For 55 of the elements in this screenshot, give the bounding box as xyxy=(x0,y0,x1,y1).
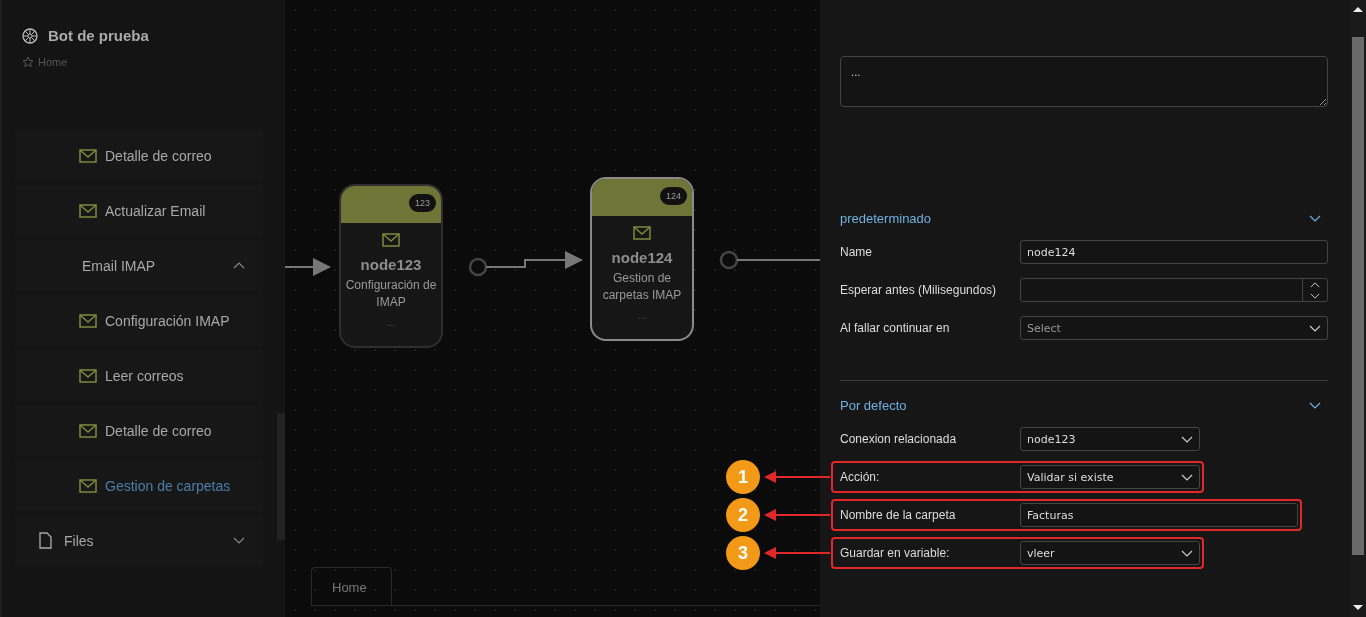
chevron-up-icon[interactable] xyxy=(233,261,245,270)
chevron-down-icon xyxy=(1181,472,1193,482)
notes-field[interactable]: ... xyxy=(840,56,1328,107)
node-description: Gestion de carpetas IMAP xyxy=(601,270,683,304)
ellipsis-text: ... xyxy=(386,317,396,328)
dropdown[interactable]: node123 xyxy=(1020,427,1200,451)
envelope-icon xyxy=(79,423,97,438)
section-title[interactable]: predeterminado xyxy=(840,210,932,226)
spin-down-icon[interactable] xyxy=(1310,291,1320,300)
node-description: Configuración de IMAP xyxy=(344,277,438,311)
chevron-down-icon[interactable] xyxy=(1309,400,1321,410)
scroll-down-icon[interactable] xyxy=(1352,603,1364,612)
node-title: node123 xyxy=(360,256,422,273)
spin-up-icon[interactable] xyxy=(1310,280,1320,289)
envelope-icon xyxy=(79,313,97,328)
star-icon[interactable] xyxy=(22,56,34,68)
flow-node[interactable]: 123 node123 Configuración de IMAP ... xyxy=(339,184,443,348)
field-label: Esperar antes (Milisegundos) xyxy=(840,283,998,297)
text-field[interactable]: node124 xyxy=(1020,240,1328,264)
field-label: Al fallar continuar en xyxy=(840,321,951,335)
field-label: Guardar en variable: xyxy=(840,546,951,560)
tab[interactable]: Home xyxy=(311,567,392,605)
section-title[interactable]: Por defecto xyxy=(840,397,907,413)
chevron-down-icon xyxy=(1309,323,1321,333)
envelope-icon xyxy=(79,148,97,163)
chevron-down-icon[interactable] xyxy=(1309,213,1321,223)
app-title: Bot de prueba xyxy=(48,27,149,44)
dropdown[interactable]: vleer xyxy=(1020,541,1200,565)
dropdown[interactable]: Validar si existe xyxy=(1020,465,1200,489)
envelope-icon xyxy=(633,226,651,240)
node-badge: 124 xyxy=(659,187,687,205)
flow-node[interactable]: 124 node124 Gestion de carpetas IMAP ... xyxy=(590,177,694,341)
envelope-icon xyxy=(79,478,97,493)
number-field[interactable] xyxy=(1020,278,1328,302)
text-field[interactable]: Facturas xyxy=(1020,503,1298,527)
field-label: Name xyxy=(840,245,873,259)
envelope-icon xyxy=(79,368,97,383)
node-title: node124 xyxy=(611,249,673,266)
node-badge: 123 xyxy=(408,194,436,212)
chevron-down-icon xyxy=(1181,548,1193,558)
field-label: Conexion relacionada xyxy=(840,432,958,446)
chevron-down-icon[interactable] xyxy=(233,536,245,545)
scrollbar[interactable] xyxy=(1350,0,1366,617)
connector-arrow xyxy=(285,258,331,276)
chevron-down-icon xyxy=(1181,434,1193,444)
scroll-up-icon[interactable] xyxy=(1352,5,1364,14)
envelope-icon xyxy=(382,233,400,247)
ellipsis-text: ... xyxy=(637,310,647,321)
field-label: Nombre de la carpeta xyxy=(840,508,957,522)
field-label: Acción: xyxy=(840,470,881,484)
envelope-icon xyxy=(79,203,97,218)
document-icon xyxy=(39,532,52,549)
scrollbar-thumb[interactable] xyxy=(1352,37,1364,555)
dropdown[interactable]: Select xyxy=(1020,316,1328,340)
wheel-icon xyxy=(22,27,38,44)
